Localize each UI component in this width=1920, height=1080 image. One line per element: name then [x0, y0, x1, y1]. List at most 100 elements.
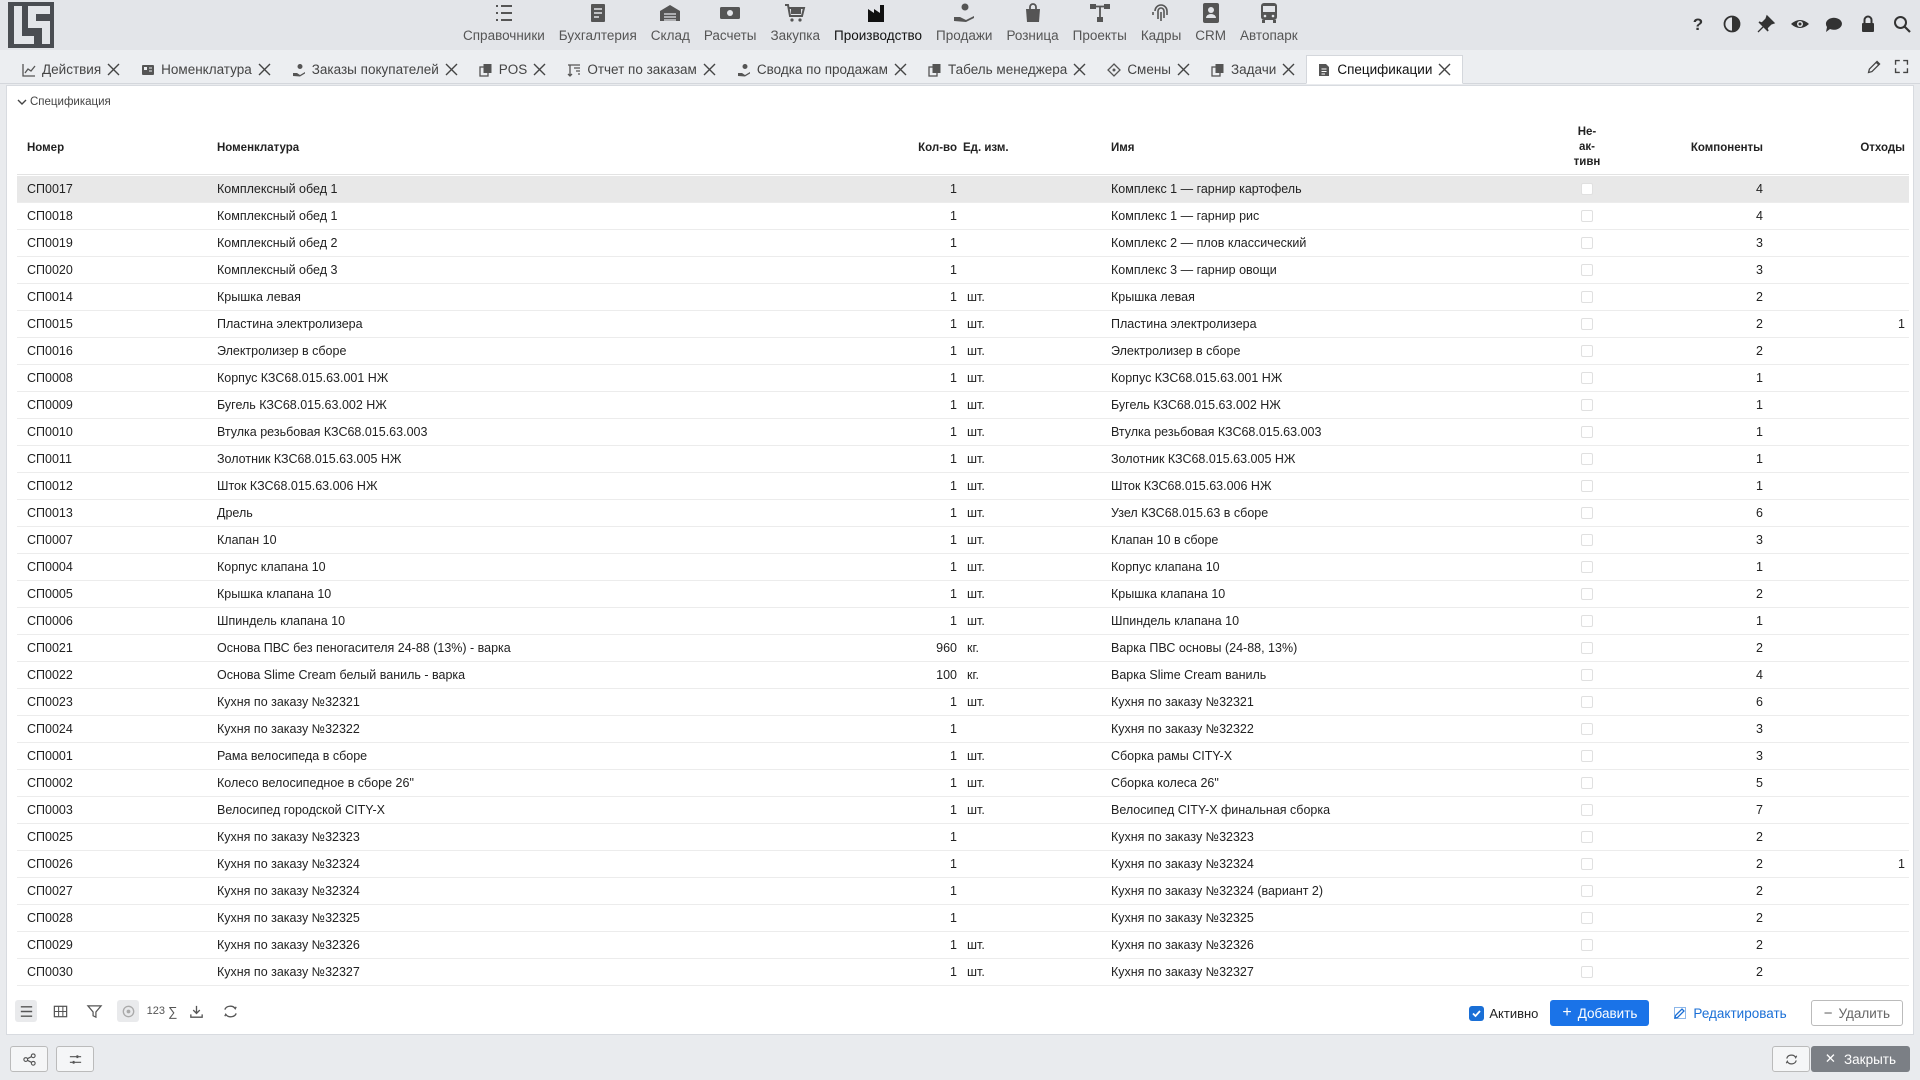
inactive-checkbox[interactable]: [1581, 938, 1593, 951]
module-5[interactable]: Производство: [827, 0, 929, 50]
section-toggle[interactable]: Спецификация: [17, 96, 111, 108]
module-10[interactable]: CRM: [1188, 0, 1233, 50]
inactive-checkbox[interactable]: [1581, 641, 1593, 654]
list-view-icon[interactable]: [15, 1000, 37, 1022]
close-tab-icon[interactable]: [257, 62, 272, 77]
filter-icon[interactable]: [83, 1000, 105, 1022]
close-tab-icon[interactable]: [893, 62, 908, 77]
close-tab-icon[interactable]: [1176, 62, 1191, 77]
table-body[interactable]: СП0017 Комплексный обед 1 1 Комплекс 1 — га…: [17, 176, 1909, 990]
inactive-checkbox[interactable]: [1581, 209, 1593, 222]
table-row[interactable]: СП0030 Кухня по заказу №32327 1 шт. Кухня по…: [17, 959, 1909, 986]
inactive-checkbox[interactable]: [1581, 290, 1593, 303]
inactive-checkbox[interactable]: [1581, 695, 1593, 708]
close-tab-icon[interactable]: [1281, 62, 1296, 77]
table-row[interactable]: СП0007 Клапан 10 1 шт. Клапан 10 в сборе 3: [17, 527, 1909, 554]
table-row[interactable]: СП0029 Кухня по заказу №32326 1 шт. Кухня по…: [17, 932, 1909, 959]
inactive-checkbox[interactable]: [1581, 317, 1593, 330]
table-row[interactable]: СП0010 Втулка резьбовая КЗС68.015.63.003 1…: [17, 419, 1909, 446]
table-row[interactable]: СП0016 Электролизер в сборе 1 шт. Электролиз…: [17, 338, 1909, 365]
chat-icon[interactable]: [1822, 12, 1846, 36]
table-row[interactable]: СП0020 Комплексный обед 3 1 Комплекс 3 — га…: [17, 257, 1909, 284]
inactive-checkbox[interactable]: [1581, 776, 1593, 789]
table-row[interactable]: СП0026 Кухня по заказу №32324 1 Кухня по за…: [17, 851, 1909, 878]
sliders-button[interactable]: [56, 1046, 94, 1072]
active-checkbox[interactable]: Активно: [1469, 1005, 1538, 1021]
col-waste[interactable]: Отходы: [1777, 120, 1905, 175]
table-row[interactable]: СП0014 Крышка левая 1 шт. Крышка левая 2: [17, 284, 1909, 311]
inactive-checkbox[interactable]: [1581, 425, 1593, 438]
inactive-checkbox[interactable]: [1581, 614, 1593, 627]
table-row[interactable]: СП0024 Кухня по заказу №32322 1 Кухня по за…: [17, 716, 1909, 743]
inactive-checkbox[interactable]: [1581, 884, 1593, 897]
close-tab-icon[interactable]: [106, 62, 121, 77]
module-8[interactable]: Проекты: [1066, 0, 1134, 50]
module-6[interactable]: Продажи: [929, 0, 999, 50]
table-row[interactable]: СП0009 Бугель КЗС68.015.63.002 НЖ 1 шт. Буге…: [17, 392, 1909, 419]
table-row[interactable]: СП0022 Основа Slime Cream белый ваниль - …: [17, 662, 1909, 689]
inactive-checkbox[interactable]: [1581, 965, 1593, 978]
close-tab-icon[interactable]: [702, 62, 717, 77]
edit-button[interactable]: Редактировать: [1661, 1000, 1798, 1026]
inactive-checkbox[interactable]: [1581, 749, 1593, 762]
inactive-checkbox[interactable]: [1581, 344, 1593, 357]
inactive-checkbox[interactable]: [1581, 398, 1593, 411]
table-row[interactable]: СП0012 Шток КЗС68.015.63.006 НЖ 1 шт. Шток К…: [17, 473, 1909, 500]
col-unit[interactable]: Ед. изм.: [963, 120, 1063, 175]
add-button[interactable]: + Добавить: [1550, 1000, 1650, 1026]
close-tab-icon[interactable]: [444, 62, 459, 77]
table-row[interactable]: СП0008 Корпус КЗС68.015.63.001 НЖ 1 шт. Корп…: [17, 365, 1909, 392]
refresh-cycle-icon[interactable]: [219, 1000, 241, 1022]
module-3[interactable]: Расчеты: [697, 0, 764, 50]
inactive-checkbox[interactable]: [1581, 587, 1593, 600]
table-row[interactable]: СП0006 Шпиндель клапана 10 1 шт. Шпиндель кл…: [17, 608, 1909, 635]
close-button[interactable]: ✕ Закрыть: [1810, 1046, 1910, 1072]
pencil-icon[interactable]: [1866, 58, 1883, 78]
contrast-icon[interactable]: [1720, 12, 1744, 36]
module-7[interactable]: Розница: [999, 0, 1065, 50]
share-button[interactable]: [10, 1046, 48, 1072]
close-tab-icon[interactable]: [532, 62, 547, 77]
tab-9[interactable]: Спецификации: [1306, 55, 1464, 84]
search-icon[interactable]: [1890, 12, 1914, 36]
col-components[interactable]: Компоненты: [1617, 120, 1763, 175]
inactive-checkbox[interactable]: [1581, 911, 1593, 924]
settings-icon[interactable]: [117, 1000, 139, 1022]
inactive-checkbox[interactable]: [1581, 533, 1593, 546]
col-qty[interactable]: Кол-во: [867, 120, 957, 175]
module-11[interactable]: Автопарк: [1233, 0, 1305, 50]
lock-icon[interactable]: [1856, 12, 1880, 36]
eye-icon[interactable]: [1788, 12, 1812, 36]
table-row[interactable]: СП0021 Основа ПВС без пеногасителя 24-88 …: [17, 635, 1909, 662]
tab-4[interactable]: Отчет по заказам: [557, 55, 727, 84]
col-inactive[interactable]: Не- ак- тивн: [1562, 120, 1612, 175]
inactive-checkbox[interactable]: [1581, 236, 1593, 249]
inactive-checkbox[interactable]: [1581, 668, 1593, 681]
inactive-checkbox[interactable]: [1581, 371, 1593, 384]
tab-5[interactable]: Сводка по продажам: [727, 55, 918, 84]
table-row[interactable]: СП0003 Велосипед городской CITY-X 1 шт. Вело…: [17, 797, 1909, 824]
reload-button[interactable]: [1772, 1046, 1810, 1072]
table-row[interactable]: СП0018 Комплексный обед 1 1 Комплекс 1 — га…: [17, 203, 1909, 230]
table-row[interactable]: СП0019 Комплексный обед 2 1 Комплекс 2 — пл…: [17, 230, 1909, 257]
tab-1[interactable]: Номенклатура: [131, 55, 282, 84]
inactive-checkbox[interactable]: [1581, 830, 1593, 843]
inactive-checkbox[interactable]: [1581, 263, 1593, 276]
tab-2[interactable]: Заказы покупателей: [282, 55, 469, 84]
table-row[interactable]: СП0011 Золотник КЗС68.015.63.005 НЖ 1 шт. Зо…: [17, 446, 1909, 473]
pin-icon[interactable]: [1754, 12, 1778, 36]
app-logo[interactable]: [8, 2, 54, 48]
tab-6[interactable]: Табель менеджера: [918, 55, 1097, 84]
inactive-checkbox[interactable]: [1581, 506, 1593, 519]
module-4[interactable]: Закупка: [764, 0, 828, 50]
table-row[interactable]: СП0028 Кухня по заказу №32325 1 Кухня по за…: [17, 905, 1909, 932]
inactive-checkbox[interactable]: [1581, 452, 1593, 465]
table-row[interactable]: СП0015 Пластина электролизера 1 шт. Пластина…: [17, 311, 1909, 338]
expand-icon[interactable]: [1893, 58, 1910, 78]
close-tab-icon[interactable]: [1072, 62, 1087, 77]
table-row[interactable]: СП0027 Кухня по заказу №32324 1 Кухня по за…: [17, 878, 1909, 905]
module-2[interactable]: Склад: [644, 0, 697, 50]
inactive-checkbox[interactable]: [1581, 560, 1593, 573]
col-number[interactable]: Номер: [27, 120, 207, 175]
delete-button[interactable]: − Удалить: [1810, 1000, 1903, 1026]
